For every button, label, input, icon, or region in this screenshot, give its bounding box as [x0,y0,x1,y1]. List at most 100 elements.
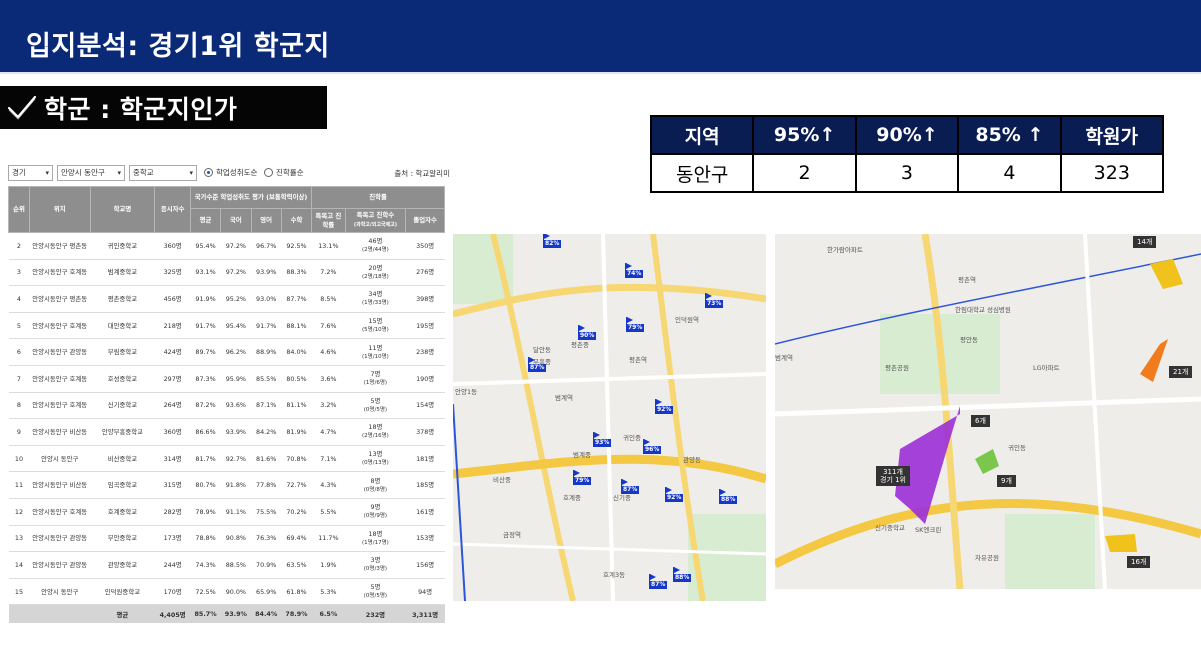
table-cell-special-count: 5명 (0명/5명) [345,392,406,420]
table-cell-math: 87.7% [281,285,312,313]
map-label: 한가람아파트 [827,246,863,254]
table-cell-location: 안양시동안구 관양동 [29,338,91,366]
col-national-group: 국가수준 학업성취도 평가 (보통학력이상) [189,186,313,209]
level-select[interactable]: 중학교 ▾ [129,165,197,181]
flag-marker[interactable]: 96% [643,439,662,454]
table-cell-rank: 8 [8,392,30,420]
table-cell-location: 안양시동안구 평촌동 [29,285,91,313]
table-cell-graduates: 185명 [405,471,445,499]
table-cell-rank: 3 [8,259,30,287]
col-graduates: 졸업자수 [405,208,445,233]
table-cell-avg: 87.2% [190,392,221,420]
chevron-down-icon: ▾ [189,169,193,177]
special-count: 5명 [370,583,381,592]
table-cell-applicants: 170명 [154,578,191,606]
section-label: 학군 : 학군지인가 [0,86,327,129]
table-cell-applicants: 314명 [154,445,191,473]
count-badge[interactable]: 6개 [971,415,990,427]
district-value: 안양시 동안구 [61,168,105,177]
table-cell-special-rate: 4.6% [311,338,346,366]
footer-label: 평균 [90,604,155,623]
table-cell-math: 61.8% [281,578,312,606]
count-badge[interactable]: 9개 [997,475,1016,487]
table-cell-applicants: 424명 [154,338,191,366]
col-rank: 순위 [8,186,30,233]
special-detail: (0명/8명) [363,486,388,493]
map-label: 평촌역 [629,356,647,364]
table-cell-name: 대안중학교 [90,312,155,340]
flag-marker[interactable]: 73% [705,293,724,308]
table-cell-avg: 91.7% [190,312,221,340]
table-cell-name: 호계중학교 [90,498,155,526]
table-cell-english: 87.1% [251,392,282,420]
table-cell-applicants: 244명 [154,551,191,579]
count-badge[interactable]: 14개 [1133,236,1157,248]
slide: 입지분석: 경기1위 학군지 학군 : 학군지인가 지역 95%↑ 90%↑ 8… [0,0,1201,671]
school-map[interactable]: 82% 74% 73% 90% 79% 87% 92% 93% 96% 79% 87% 92% 88% 8… [453,234,766,601]
table-cell-math: 63.5% [281,551,312,579]
table-cell-english: 77.8% [251,471,282,499]
table-cell-special-rate: 4.7% [311,418,346,446]
footer-cell [8,604,30,623]
table-cell-math: 92.5% [281,232,312,260]
count-badge[interactable]: 16개 [1127,556,1151,568]
table-cell-math: 80.5% [281,365,312,393]
special-count: 8명 [370,476,381,485]
summary-header: 85% ↑ [957,115,1062,155]
map-label: 평촌중 [571,341,589,349]
table-cell-applicants: 173명 [154,525,191,553]
table-row: 5 안양시동안구 호계동 대안중학교 218명 91.7% 95.4% 91.7% 88.1%… [8,312,445,340]
flag-marker[interactable]: 88% [673,567,692,582]
table-cell-graduates: 181명 [405,445,445,473]
table-cell-english: 85.5% [251,365,282,393]
special-detail: (2명/18명) [362,273,389,280]
flag-marker[interactable]: 82% [543,234,562,248]
flag-marker[interactable]: 79% [626,317,645,332]
flag-marker[interactable]: 88% [719,489,738,504]
col-special-count-label: 특목고 진학수 [356,211,395,219]
table-cell-applicants: 456명 [154,285,191,313]
flag-marker[interactable]: 92% [665,487,684,502]
table-cell-special-rate: 3.6% [311,365,346,393]
table-cell-name: 부림중학교 [90,338,155,366]
table-cell-name: 관양중학교 [90,551,155,579]
col-name: 학교명 [89,186,156,233]
footer-cell [29,604,91,623]
table-cell-english: 65.9% [251,578,282,606]
map-label: 신기중 [613,494,631,502]
table-cell-name: 부안중학교 [90,525,155,553]
map-label: 평촌공원 [885,364,909,372]
table-cell-special-rate: 11.7% [311,525,346,553]
flag-marker[interactable]: 74% [625,263,644,278]
table-cell-special-rate: 4.3% [311,471,346,499]
special-detail: (2명/16명) [362,433,389,440]
table-row: 14 안양시동안구 관양동 관양중학교 244명 74.3% 88.5% 70.9% 63.5… [8,551,445,579]
radio-admission[interactable]: 진학률순 [264,167,304,178]
map-label: 한림대학교 성심병원 [955,306,1011,314]
table-cell-name: 범계중학교 [90,259,155,287]
section-title: 학군 : 학군지인가 [44,94,238,124]
table-cell-special-count: 5명 (0명/5명) [345,578,406,606]
table-cell-special-count: 18명 (1명/17명) [345,525,406,553]
count-badge[interactable]: 311개 경기 1위 [876,466,910,486]
academy-map[interactable]: 311개 경기 1위 6개 9개 14개 21개 16개 평촌역 평안동 귀인동 한림대학교 성… [775,234,1201,589]
col-location: 위치 [28,186,91,233]
summary-header: 학원가 [1059,115,1165,155]
page-title: 입지분석: 경기1위 학군지 [26,31,330,62]
flag-marker[interactable]: 87% [649,574,668,589]
flag-marker[interactable]: 93% [593,432,612,447]
radio-achievement[interactable]: 학업성취도순 [204,167,257,178]
map-label: 안양1동 [455,388,478,396]
table-cell-graduates: 190명 [405,365,445,393]
district-select[interactable]: 안양시 동안구 ▾ [57,165,125,181]
region-select[interactable]: 경기 ▾ [8,165,53,181]
table-cell-name: 호성중학교 [90,365,155,393]
flag-marker[interactable]: 79% [573,470,592,485]
table-cell-special-rate: 3.2% [311,392,346,420]
table-cell-location: 안양시 동안구 [29,445,91,473]
table-cell-location: 안양시동안구 호계동 [29,498,91,526]
table-cell-avg: 95.4% [190,232,221,260]
flag-marker[interactable]: 92% [655,399,674,414]
table-row: 8 안양시동안구 호계동 신기중학교 264명 87.2% 93.6% 87.1% 81.1%… [8,392,445,420]
count-badge[interactable]: 21개 [1169,366,1193,378]
